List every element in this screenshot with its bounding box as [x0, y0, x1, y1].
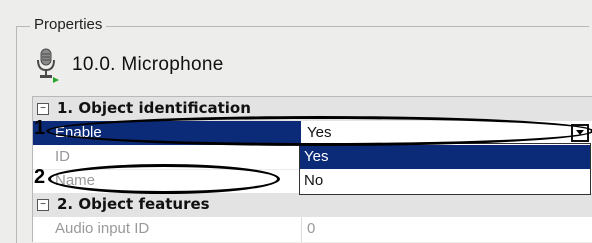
- category-label: 1. Object identification: [57, 99, 251, 117]
- device-header: 10.0. Microphone: [34, 45, 224, 85]
- properties-window: Properties 10.0. Microphone − 1. Object …: [0, 0, 592, 243]
- callout-ring-name: [48, 164, 280, 194]
- dropdown-option-no[interactable]: No: [300, 169, 590, 193]
- property-name: Audio input ID: [55, 220, 150, 237]
- property-row-audio-input-id[interactable]: Audio input ID 0: [33, 217, 592, 241]
- option-label: No: [304, 172, 324, 189]
- category-label: 2. Object features: [57, 195, 210, 213]
- callout-number-1: 1: [34, 117, 46, 139]
- collapse-toggle-icon[interactable]: −: [37, 103, 49, 115]
- property-value: 0: [307, 220, 316, 237]
- callout-ring-enable: [46, 116, 592, 146]
- collapse-toggle-icon[interactable]: −: [37, 199, 49, 211]
- callout-number-2: 2: [34, 166, 46, 188]
- property-name: ID: [55, 148, 70, 165]
- dropdown-option-yes[interactable]: Yes: [300, 145, 590, 169]
- device-title: 10.0. Microphone: [72, 54, 224, 75]
- enable-dropdown-list[interactable]: Yes No: [299, 143, 591, 195]
- category-object-features[interactable]: − 2. Object features: [33, 193, 592, 217]
- group-title: Properties: [30, 16, 107, 34]
- microphone-icon: [34, 47, 60, 83]
- option-label: Yes: [304, 148, 329, 165]
